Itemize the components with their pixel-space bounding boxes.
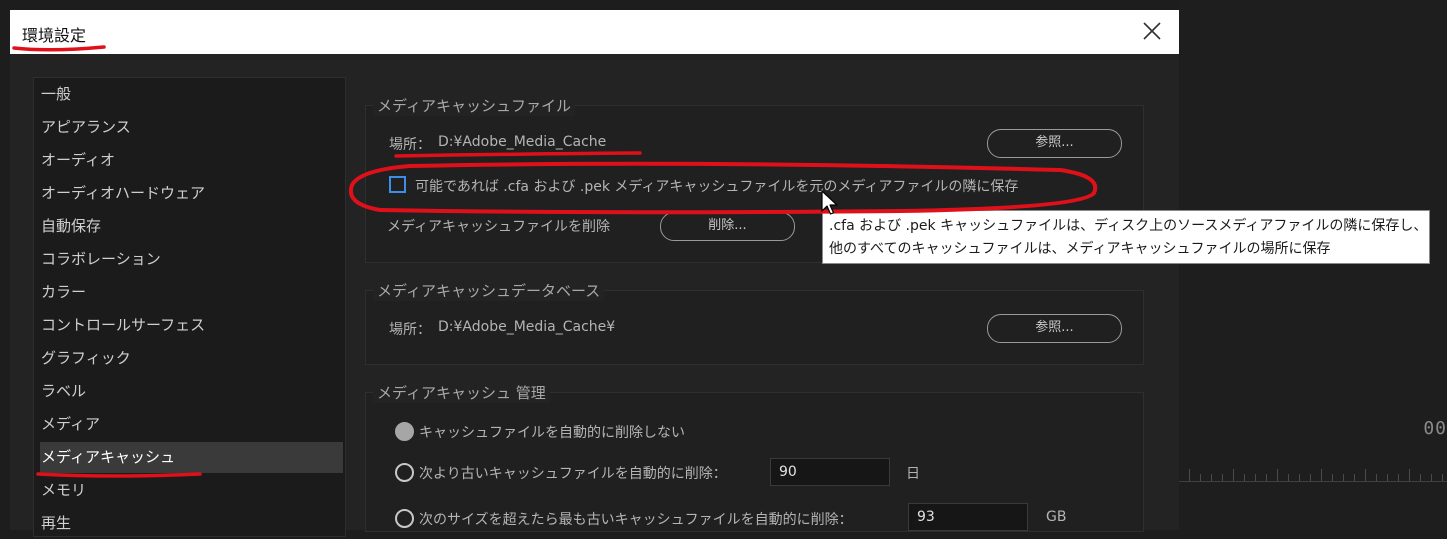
sidebar-item-color[interactable]: カラー <box>40 277 343 308</box>
cache-files-browse-button[interactable]: 参照... <box>987 129 1122 158</box>
media-cache-db-title: メディアキャッシュデータベース <box>373 280 605 301</box>
ruler-tick <box>1222 474 1223 481</box>
radio-never-delete-label[interactable]: キャッシュファイルを自動的に削除しない <box>419 422 685 442</box>
cache-files-location-value: D:¥Adobe_Media_Cache <box>438 134 607 150</box>
sidebar-item-media-cache[interactable]: メディアキャッシュ <box>40 442 343 473</box>
ruler-tick <box>1288 474 1289 481</box>
cache-db-location-label: 場所： <box>389 322 431 338</box>
tooltip: .cfa および .pek キャッシュファイルは、ディスク上のソースメディアファ… <box>822 210 1430 264</box>
sidebar-item-media[interactable]: メディア <box>40 409 343 440</box>
sidebar-item-auto-save[interactable]: 自動保存 <box>40 211 343 242</box>
delete-cache-files-label: メディアキャッシュファイルを削除 <box>387 219 611 235</box>
delete-cache-files-button[interactable]: 削除... <box>660 212 795 241</box>
ruler-tick <box>1255 474 1256 481</box>
ruler-tick <box>1376 474 1377 481</box>
mouse-pointer-icon <box>821 190 838 215</box>
gb-unit-label: GB <box>1046 509 1067 525</box>
radio-delete-older-than-label[interactable]: 次より古いキャッシュファイルを自動的に削除： <box>419 463 727 483</box>
ruler-tick <box>1398 474 1399 481</box>
cache-db-browse-button[interactable]: 参照... <box>987 314 1122 343</box>
close-button[interactable] <box>1141 20 1163 42</box>
media-cache-files-title: メディアキャッシュファイル <box>373 95 575 116</box>
sidebar-item-collaboration[interactable]: コラボレーション <box>40 244 343 275</box>
tooltip-line-2: 他のすべてのキャッシュファイルは、メディアキャッシュファイルの場所に保存 <box>829 241 1331 257</box>
preferences-sidebar: 一般 アピアランス オーディオ オーディオハードウェア 自動保存 コラボレーショ… <box>33 77 346 537</box>
ruler-tick <box>1387 474 1388 481</box>
ruler-tick <box>1266 474 1267 481</box>
radio-delete-older-than[interactable] <box>395 463 414 482</box>
ruler-tick <box>1321 469 1322 481</box>
media-cache-management-title: メディアキャッシュ 管理 <box>373 382 550 403</box>
radio-delete-over-size-label[interactable]: 次のサイズを超えたら最も古いキャッシュファイルを自動的に削除： <box>419 509 853 529</box>
cache-db-location-value: D:¥Adobe_Media_Cache¥ <box>438 319 616 335</box>
ruler-tick <box>1299 474 1300 481</box>
ruler-tick <box>1431 474 1432 481</box>
sidebar-item-appearance[interactable]: アピアランス <box>40 112 343 143</box>
ruler-baseline <box>1179 481 1447 482</box>
save-beside-originals-label[interactable]: 可能であれば .cfa および .pek メディアキャッシュファイルを元のメディ… <box>415 176 1018 196</box>
ruler-tick <box>1244 474 1245 481</box>
sidebar-item-audio[interactable]: オーディオ <box>40 145 343 176</box>
dialog-title: 環境設定 <box>22 26 87 45</box>
sidebar-item-graphics[interactable]: グラフィック <box>40 343 343 374</box>
ruler-tick <box>1354 474 1355 481</box>
sidebar-item-audio-hardware[interactable]: オーディオハードウェア <box>40 178 343 209</box>
sidebar-item-memory[interactable]: メモリ <box>40 475 343 506</box>
ruler-tick <box>1409 469 1410 481</box>
timeline-ruler[interactable] <box>1179 462 1447 484</box>
ruler-tick <box>1310 474 1311 481</box>
ruler-tick <box>1343 474 1344 481</box>
ruler-tick <box>1211 474 1212 481</box>
sidebar-item-playback[interactable]: 再生 <box>40 508 343 539</box>
ruler-tick <box>1442 474 1443 481</box>
ruler-tick <box>1277 469 1278 481</box>
save-beside-originals-checkbox[interactable] <box>389 176 406 193</box>
ruler-tick <box>1189 469 1190 481</box>
radio-delete-over-size[interactable] <box>395 509 414 528</box>
sidebar-item-labels[interactable]: ラベル <box>40 376 343 407</box>
cache-files-location-label: 場所： <box>389 137 431 153</box>
app-background-panel: 00 <box>1179 0 1447 530</box>
older-than-days-input[interactable]: 90 <box>770 458 890 486</box>
close-icon <box>1143 22 1161 40</box>
ruler-tick <box>1332 474 1333 481</box>
title-bar: 環境設定 <box>10 10 1179 54</box>
ruler-tick <box>1365 469 1366 481</box>
ruler-tick <box>1200 474 1201 481</box>
timecode-readout: 00 <box>1423 418 1447 439</box>
ruler-tick <box>1233 469 1234 481</box>
sidebar-item-general[interactable]: 一般 <box>40 79 343 110</box>
size-limit-input[interactable]: 93 <box>908 503 1028 531</box>
radio-never-delete[interactable] <box>395 422 414 441</box>
sidebar-item-control-surface[interactable]: コントロールサーフェス <box>40 310 343 341</box>
tooltip-line-1: .cfa および .pek キャッシュファイルは、ディスク上のソースメディアファ… <box>829 218 1428 234</box>
days-unit-label: 日 <box>906 466 920 482</box>
ruler-tick <box>1420 474 1421 481</box>
